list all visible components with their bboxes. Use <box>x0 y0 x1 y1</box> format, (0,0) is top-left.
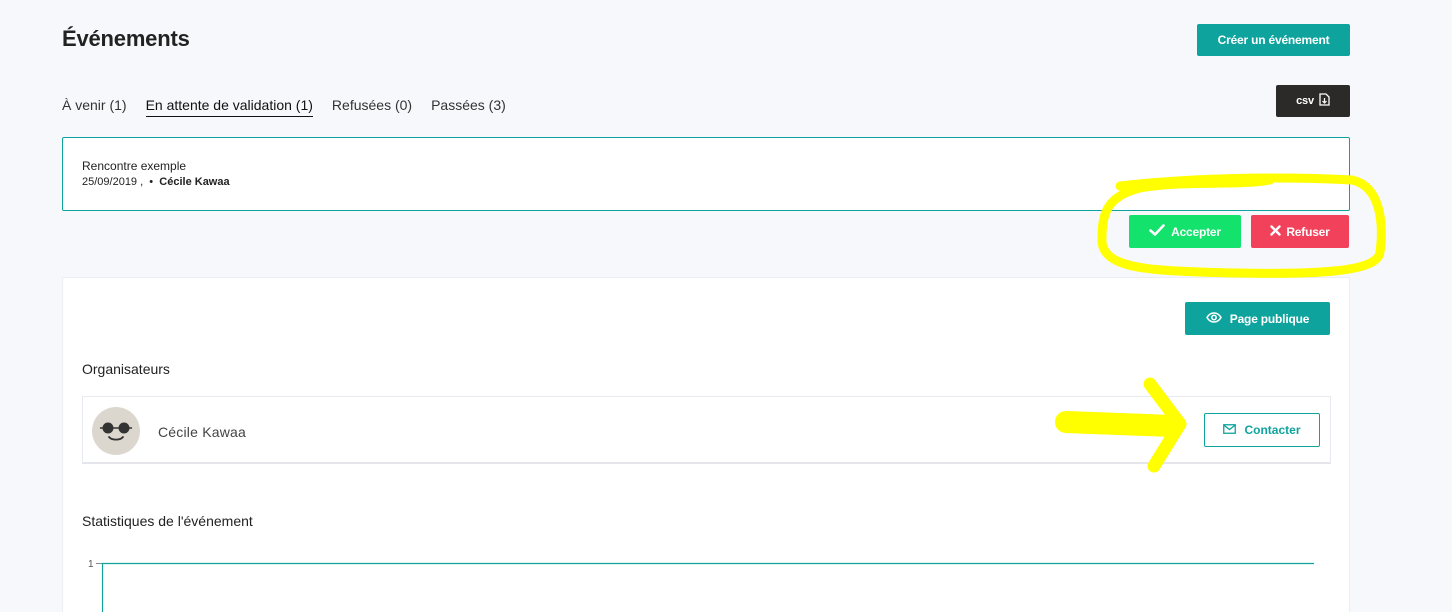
tab-refused[interactable]: Refusées (0) <box>332 97 412 117</box>
refuse-label: Refuser <box>1286 224 1330 239</box>
organizer-name: Cécile Kawaa <box>158 424 246 440</box>
accept-label: Accepter <box>1171 224 1221 239</box>
create-event-button[interactable]: Créer un événement <box>1197 24 1350 56</box>
accept-button[interactable]: Accepter <box>1129 215 1241 248</box>
event-date: 25/09/2019 , <box>82 176 144 188</box>
event-tabs: À venir (1) En attente de validation (1)… <box>62 97 506 117</box>
event-meta: 25/09/2019 , • Cécile Kawaa <box>82 176 230 188</box>
event-author: Cécile Kawaa <box>159 176 230 188</box>
contact-label: Contacter <box>1244 423 1301 437</box>
avatar <box>92 407 140 455</box>
tab-pending-validation[interactable]: En attente de validation (1) <box>145 97 313 117</box>
tab-upcoming[interactable]: À venir (1) <box>62 97 127 117</box>
file-download-icon <box>1319 93 1330 109</box>
csv-label: csv <box>1296 95 1314 107</box>
page-title: Événements <box>62 26 190 51</box>
meta-separator: • <box>149 176 154 188</box>
event-card[interactable]: Rencontre exemple 25/09/2019 , • Cécile … <box>62 137 1350 211</box>
public-page-label: Page publique <box>1229 311 1310 326</box>
stats-heading: Statistiques de l'événement <box>82 513 253 529</box>
chart-tick-label: 1 <box>88 559 94 570</box>
tab-past[interactable]: Passées (3) <box>431 97 506 117</box>
contact-button[interactable]: Contacter <box>1204 413 1320 447</box>
close-icon <box>1270 224 1282 239</box>
organizer-row: Cécile Kawaa <box>82 396 1331 464</box>
check-icon <box>1149 224 1165 239</box>
stats-chart: 1 <box>88 559 1314 612</box>
event-title: Rencontre exemple <box>82 159 187 173</box>
csv-export-button[interactable]: csv <box>1276 85 1350 117</box>
organizers-heading: Organisateurs <box>82 361 170 377</box>
public-page-button[interactable]: Page publique <box>1185 302 1330 335</box>
eye-icon <box>1205 311 1222 326</box>
refuse-button[interactable]: Refuser <box>1251 215 1349 248</box>
mail-icon <box>1223 423 1237 437</box>
